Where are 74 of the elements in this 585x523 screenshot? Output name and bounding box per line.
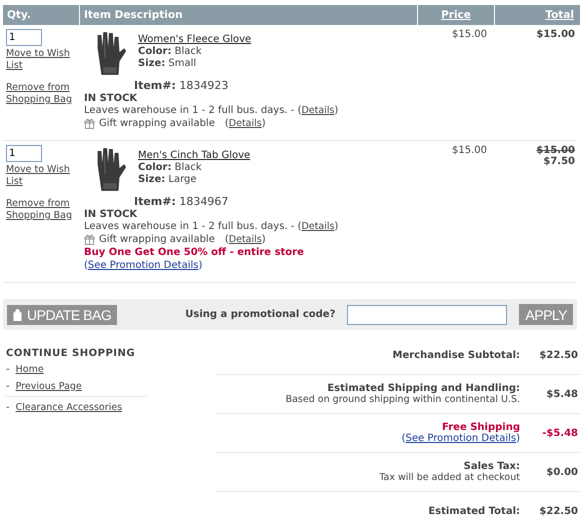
closing-paren: ) [334,221,338,232]
attribute-value: Black [174,162,202,173]
details-link[interactable]: Details [228,118,262,130]
column-title: Item Description [84,9,183,21]
stock-status: IN STOCK [84,209,138,220]
navigation-link[interactable]: Previous Page [16,381,82,393]
opening-paren: ( [84,260,88,271]
closing-paren: ) [262,117,266,130]
navigation-link[interactable]: Home [16,364,44,376]
details-link[interactable]: Details [301,105,334,116]
closing-paren: ) [262,233,266,246]
item-number-label: Item#: [134,195,176,208]
summary-label: Free Shipping [441,422,520,433]
summary-label: Merchandise Subtotal: [392,350,520,360]
opening-paren: ( [224,233,229,246]
promotion-link[interactable]: See Promotion Details [88,260,198,271]
promotion-link[interactable]: See Promotion Details [406,433,516,444]
shipping-info: Leaves warehouse in 1 - 2 full bus. days. - ( [84,105,302,116]
attribute-label: Color: [138,46,172,57]
list-dash: - [6,364,10,376]
summary-note: Based on ground shipping within continental U.S. [286,394,520,405]
gift-wrap-info: Gift wrapping available [99,117,215,130]
remove-link[interactable]: Remove from Shopping Bag [6,198,77,222]
item-number: 1834967 [179,195,228,208]
stock-status: IN STOCK [84,93,138,104]
navigation-link[interactable]: Clearance Accessories [16,402,122,414]
summary-value: $22.50 [538,350,579,360]
closing-paren: ) [198,260,202,271]
closing-paren: ) [334,105,338,116]
remove-link[interactable]: Remove from Shopping Bag [6,82,77,106]
summary-value: $5.48 [545,388,579,400]
promotion-text: Buy One Get One 50% off - entire store [84,247,304,258]
unit-price: $15.00 [451,29,488,42]
unit-price: $15.00 [451,145,488,158]
original-total: $15.00 [535,145,575,156]
gift-icon [84,118,95,129]
product-name-link[interactable]: Women's Fleece Glove [138,34,252,45]
summary-value: -$5.48 [541,428,579,438]
summary-value: $22.50 [538,506,579,516]
closing-paren: ) [516,433,520,444]
wish-list-link[interactable]: Move to Wish List [6,48,77,72]
promo-code-label: Using a promotional code? [185,309,336,320]
column-title: Qty. [7,9,31,21]
section-title: CONTINUE SHOPPING [6,348,136,359]
attribute-label: Size: [138,58,166,69]
line-total: $15.00 [535,29,575,40]
line-total: $7.50 [542,156,575,167]
attribute-value: Black [174,46,202,57]
attribute-value: Large [168,174,197,185]
wish-list-link[interactable]: Move to Wish List [6,164,77,188]
list-dash: - [6,381,10,393]
item-number: 1834923 [179,79,228,92]
summary-label: Sales Tax: [462,461,520,472]
item-number-label: Item#: [134,79,176,92]
opening-paren: ( [402,433,406,444]
quantity-field[interactable]: 1 [6,145,42,162]
product-name-link[interactable]: Men's Cinch Tab Glove [138,150,250,161]
gift-icon [84,234,95,245]
attribute-value: Small [168,58,196,69]
opening-paren: ( [224,117,229,130]
promo-code-field[interactable] [347,304,508,324]
summary-label: Estimated Total: [428,506,520,516]
bag-icon [13,308,22,320]
attribute-label: Color: [138,162,172,173]
summary-value: $0.00 [545,466,579,478]
gift-wrap-info: Gift wrapping available [99,233,215,246]
list-dash: - [6,402,10,414]
summary-label: Estimated Shipping and Handling: [326,383,520,394]
summary-note: Tax will be added at checkout [379,472,520,483]
attribute-label: Size: [138,174,166,185]
shipping-info: Leaves warehouse in 1 - 2 full bus. days. - ( [84,221,302,232]
quantity-field[interactable]: 1 [6,29,42,46]
details-link[interactable]: Details [228,234,262,246]
details-link[interactable]: Details [301,221,334,232]
